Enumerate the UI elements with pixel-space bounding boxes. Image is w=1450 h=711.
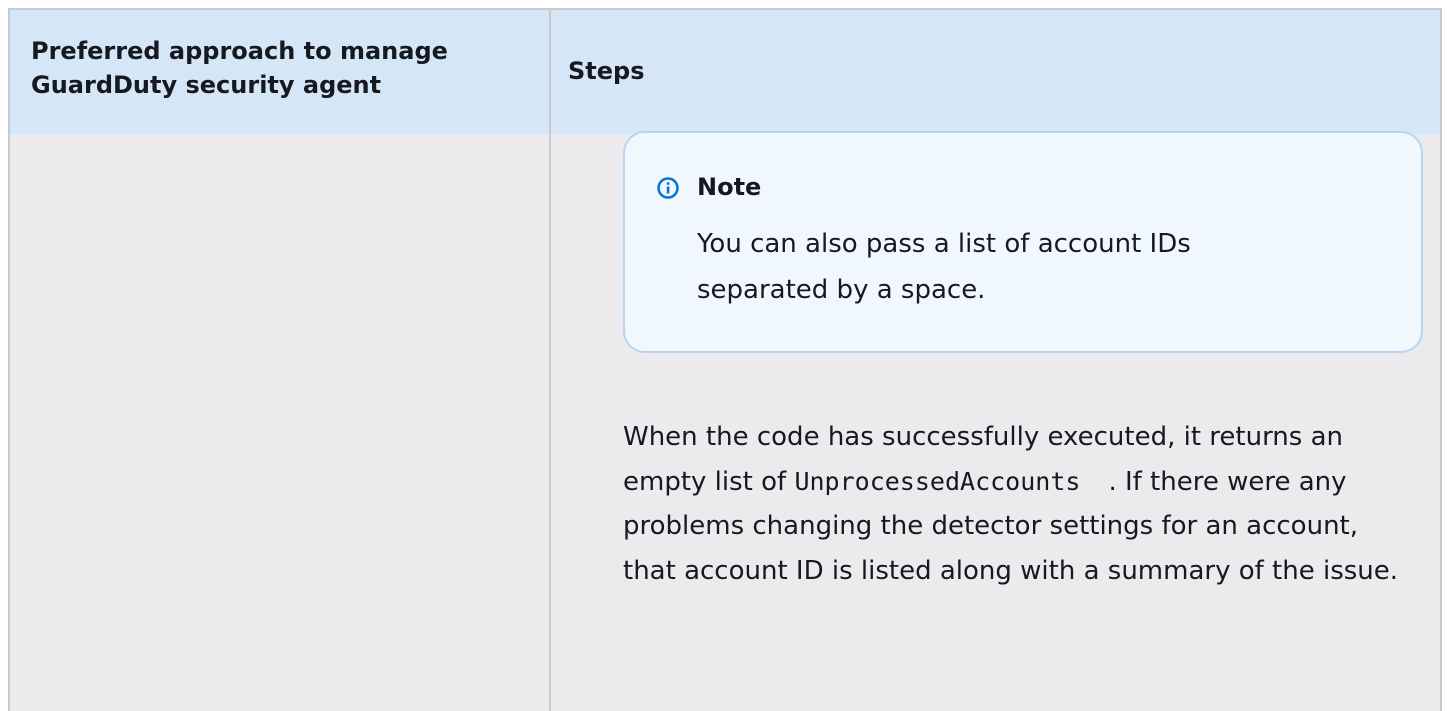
note-callout: Note You can also pass a list of account… <box>623 131 1423 353</box>
result-paragraph: When the code has successfully executed,… <box>623 415 1413 593</box>
note-title: Note <box>697 173 762 201</box>
column-divider <box>549 10 551 711</box>
note-text: You can also pass a list of account IDs … <box>697 229 1191 305</box>
header-approach: Preferred approach to manage GuardDuty s… <box>31 37 448 99</box>
table-header-row: Preferred approach to manage GuardDuty s… <box>10 10 1440 136</box>
code-unprocessed-accounts: UnprocessedAccounts <box>794 466 1081 496</box>
info-icon <box>657 177 679 199</box>
guardduty-agent-table: Preferred approach to manage GuardDuty s… <box>8 8 1442 711</box>
header-steps: Steps <box>568 57 645 85</box>
